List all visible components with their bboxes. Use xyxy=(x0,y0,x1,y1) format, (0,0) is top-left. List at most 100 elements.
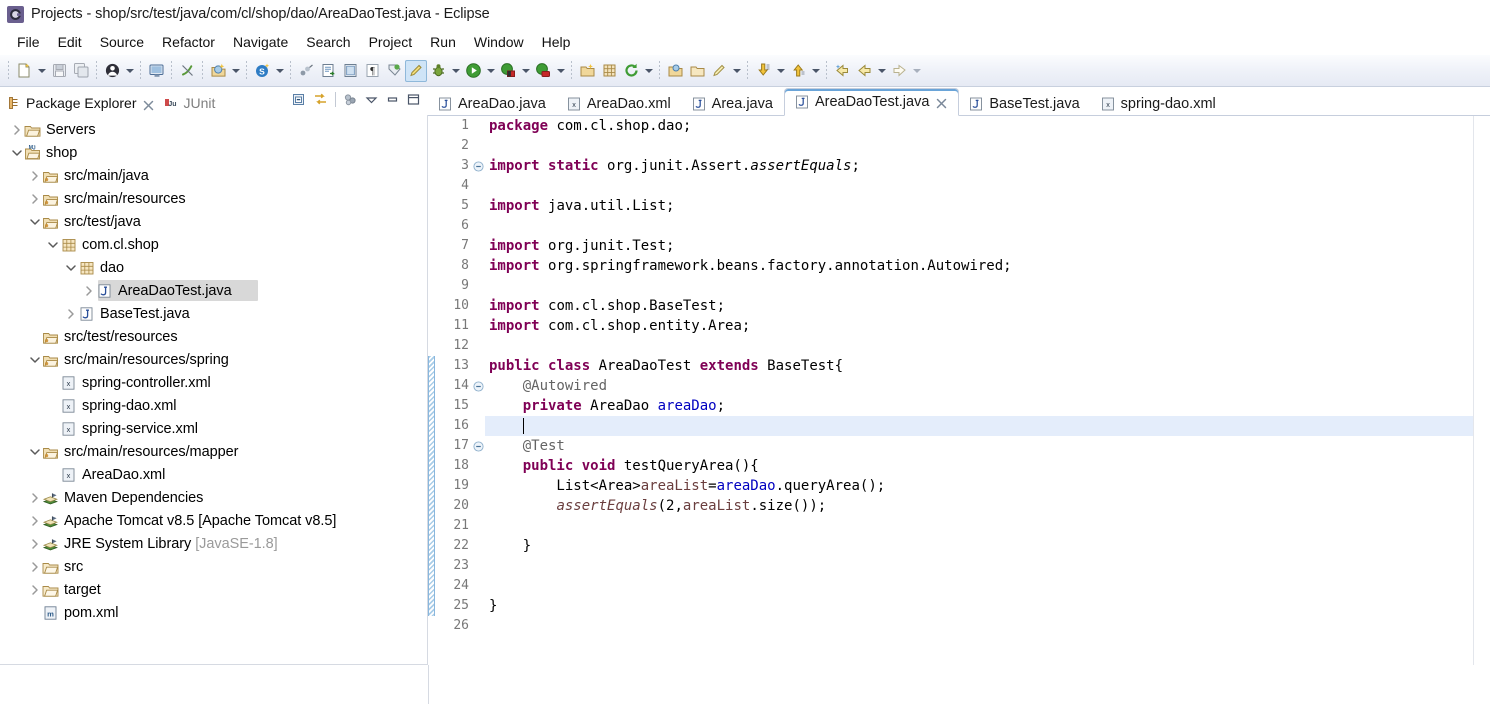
tree-item[interactable]: com.cl.shop xyxy=(0,233,427,256)
code-line[interactable] xyxy=(485,336,1473,356)
code-line[interactable]: private AreaDao areaDao; xyxy=(485,396,1473,416)
code-line[interactable] xyxy=(485,276,1473,296)
java-editor[interactable]: 1 2 3 4 5 6 7 8 9 10 11 12 13 14 15 16 17 18 19 20 21 22 23 24 2… xyxy=(428,116,1490,665)
code-line[interactable]: assertEquals(2,areaList.size()); xyxy=(485,496,1473,516)
code-line[interactable]: import org.springframework.beans.factory… xyxy=(485,256,1473,276)
view-filter-icon[interactable] xyxy=(340,89,361,110)
menu-run[interactable]: Run xyxy=(421,32,465,52)
code-line[interactable]: import java.util.List; xyxy=(485,196,1473,216)
tab-package-explorer[interactable]: Package Explorer xyxy=(0,91,158,115)
twisty-expanded-icon[interactable] xyxy=(28,348,42,371)
tab-junit[interactable]: Ju JUnit xyxy=(158,91,220,115)
editor-tab[interactable]: AreaDaoTest.java xyxy=(783,88,960,116)
back-dropdown-icon[interactable] xyxy=(875,60,888,82)
code-line[interactable] xyxy=(485,136,1473,156)
menu-refactor[interactable]: Refactor xyxy=(153,32,224,52)
code-line[interactable]: import org.junit.Test; xyxy=(485,236,1473,256)
twisty-collapsed-icon[interactable] xyxy=(28,578,42,601)
fold-collapse-icon[interactable] xyxy=(472,156,484,176)
coverage-dropdown-icon[interactable] xyxy=(519,60,532,82)
source-code[interactable]: package com.cl.shop.dao; import static o… xyxy=(485,116,1473,665)
code-line[interactable]: public class AreaDaoTest extends BaseTes… xyxy=(485,356,1473,376)
fold-collapse-icon[interactable] xyxy=(472,436,484,456)
code-line[interactable]: @Test xyxy=(485,436,1473,456)
folding-ruler[interactable] xyxy=(471,116,485,665)
code-line[interactable] xyxy=(485,516,1473,536)
tree-item[interactable]: BaseTest.java xyxy=(0,302,427,325)
minimize-icon[interactable] xyxy=(382,89,403,110)
tree-item[interactable]: m pom.xml xyxy=(0,601,427,624)
close-icon[interactable] xyxy=(143,98,154,110)
user-dropdown-icon[interactable] xyxy=(123,60,136,82)
code-line[interactable]: import com.cl.shop.BaseTest; xyxy=(485,296,1473,316)
tree-item[interactable]: target xyxy=(0,578,427,601)
upload-dropdown-icon[interactable] xyxy=(809,60,822,82)
back-alt-icon[interactable] xyxy=(831,60,853,82)
next-annotation-icon[interactable] xyxy=(295,60,317,82)
save-icon[interactable] xyxy=(48,60,70,82)
save-all-icon[interactable] xyxy=(70,60,92,82)
menu-window[interactable]: Window xyxy=(465,32,533,52)
twisty-collapsed-icon[interactable] xyxy=(28,555,42,578)
close-icon[interactable] xyxy=(936,97,947,108)
menu-file[interactable]: File xyxy=(8,32,49,52)
open-task-icon[interactable] xyxy=(339,60,361,82)
code-line[interactable] xyxy=(485,176,1473,196)
twisty-collapsed-icon[interactable] xyxy=(28,486,42,509)
tree-item[interactable]: M J shop xyxy=(0,141,427,164)
menu-project[interactable]: Project xyxy=(360,32,422,52)
fold-collapse-icon[interactable] xyxy=(472,376,484,396)
twisty-collapsed-icon[interactable] xyxy=(28,509,42,532)
download-icon[interactable] xyxy=(752,60,774,82)
code-line[interactable]: List<Area>areaList=areaDao.queryArea(); xyxy=(485,476,1473,496)
tag-icon[interactable] xyxy=(383,60,405,82)
editor-tab[interactable]: x AreaDao.xml xyxy=(557,91,682,116)
tree-item[interactable]: x spring-service.xml xyxy=(0,417,427,440)
code-line[interactable]: } xyxy=(485,536,1473,556)
twisty-expanded-icon[interactable] xyxy=(64,256,78,279)
menu-navigate[interactable]: Navigate xyxy=(224,32,297,52)
tree-item[interactable]: JRE System Library [JavaSE-1.8] xyxy=(0,532,427,555)
pilcrow-icon[interactable]: ¶ xyxy=(361,60,383,82)
user-icon[interactable] xyxy=(101,60,123,82)
code-line[interactable]: import com.cl.shop.entity.Area; xyxy=(485,316,1473,336)
code-line[interactable] xyxy=(485,216,1473,236)
run-as-server-icon[interactable] xyxy=(532,60,554,82)
new-web-project-icon[interactable] xyxy=(207,60,229,82)
run-dropdown-icon[interactable] xyxy=(484,60,497,82)
tree-item[interactable]: x spring-controller.xml xyxy=(0,371,427,394)
new-wizard-dropdown-icon[interactable] xyxy=(35,60,48,82)
code-line[interactable]: @Autowired xyxy=(485,376,1473,396)
tree-item[interactable]: x AreaDao.xml xyxy=(0,463,427,486)
twisty-expanded-icon[interactable] xyxy=(46,233,60,256)
tree-item[interactable]: src/main/resources/spring xyxy=(0,348,427,371)
pencil-icon[interactable] xyxy=(708,60,730,82)
editor-tab[interactable]: AreaDao.java xyxy=(428,91,557,116)
tree-item[interactable]: src xyxy=(0,555,427,578)
code-line[interactable]: package com.cl.shop.dao; xyxy=(485,116,1473,136)
tree-item[interactable]: src/main/java xyxy=(0,164,427,187)
collapse-all-icon[interactable] xyxy=(289,89,310,110)
svn-dropdown-icon[interactable] xyxy=(273,60,286,82)
debug-icon[interactable] xyxy=(427,60,449,82)
open-type-icon[interactable] xyxy=(317,60,339,82)
twisty-collapsed-icon[interactable] xyxy=(28,187,42,210)
link-with-editor-icon[interactable] xyxy=(310,89,331,110)
menu-source[interactable]: Source xyxy=(91,32,153,52)
twisty-collapsed-icon[interactable] xyxy=(10,118,24,141)
tree-item[interactable]: dao xyxy=(0,256,427,279)
svn-icon[interactable]: S xyxy=(251,60,273,82)
new-java-project-icon[interactable] xyxy=(576,60,598,82)
twisty-expanded-icon[interactable] xyxy=(28,210,42,233)
link-broken-icon[interactable] xyxy=(176,60,198,82)
open-folder-icon[interactable] xyxy=(664,60,686,82)
code-line[interactable] xyxy=(485,616,1473,636)
project-tree[interactable]: Servers M J shop src/main/java src/main/resou… xyxy=(0,115,428,665)
overview-ruler[interactable] xyxy=(1473,116,1490,665)
code-line[interactable] xyxy=(485,576,1473,596)
run-icon[interactable] xyxy=(462,60,484,82)
tree-item[interactable]: Maven Dependencies xyxy=(0,486,427,509)
twisty-expanded-icon[interactable] xyxy=(10,141,24,164)
tree-item[interactable]: AreaDaoTest.java xyxy=(0,279,427,302)
tree-item[interactable]: Servers xyxy=(0,118,427,141)
